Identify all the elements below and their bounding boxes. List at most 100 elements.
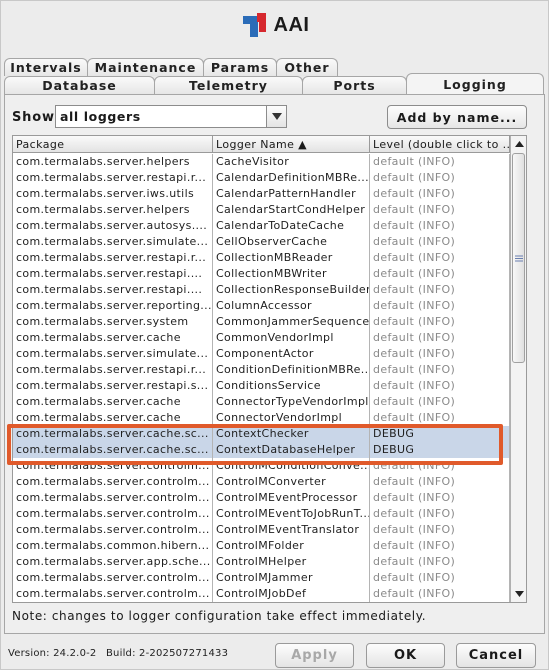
table-row[interactable]: com.termalabs.server.simulate... Componen… (13, 346, 510, 362)
level-cell[interactable]: default (INFO) (370, 218, 510, 234)
table-row[interactable]: com.termalabs.server.controlm... ControlM… (13, 570, 510, 586)
column-header-logger-name[interactable]: Logger Name ▲ (213, 136, 370, 152)
package-cell: com.termalabs.common.hibern... (13, 538, 213, 554)
logger-name-cell: ControlMEventProcessor (213, 490, 370, 506)
ok-button[interactable]: OK (366, 643, 445, 668)
table-row[interactable]: com.termalabs.server.restapi.r... Collect… (13, 250, 510, 266)
table-row[interactable]: com.termalabs.server.cache ConnectorVendo… (13, 410, 510, 426)
version-label: Version: 24.2.0-2 (8, 648, 97, 659)
table-row[interactable]: com.termalabs.server.restapi.s... Conditi… (13, 378, 510, 394)
tab-params[interactable]: Params (203, 58, 277, 76)
package-cell: com.termalabs.server.reporting... (13, 298, 213, 314)
package-cell: com.termalabs.server.simulate... (13, 346, 213, 362)
logger-name-cell: ComponentActor (213, 346, 370, 362)
table-row[interactable]: com.termalabs.server.controlm... ControlM… (13, 458, 510, 474)
package-cell: com.termalabs.server.cache (13, 394, 213, 410)
scrollbar-thumb[interactable] (512, 153, 525, 363)
tab-telemetry[interactable]: Telemetry (154, 76, 303, 94)
package-cell: com.termalabs.server.helpers (13, 154, 213, 170)
level-cell[interactable]: default (INFO) (370, 266, 510, 282)
logger-name-cell: ColumnAccessor (213, 298, 370, 314)
package-cell: com.termalabs.server.controlm... (13, 458, 213, 474)
chevron-down-icon[interactable] (266, 106, 286, 127)
tab-ports[interactable]: Ports (302, 76, 407, 94)
level-cell[interactable]: default (INFO) (370, 506, 510, 522)
level-cell[interactable]: DEBUG (370, 442, 510, 458)
table-row[interactable]: com.termalabs.server.restapi.... Collecti… (13, 282, 510, 298)
tab-intervals[interactable]: Intervals (4, 58, 88, 76)
table-row[interactable]: com.termalabs.server.cache.sc... ContextD… (13, 442, 510, 458)
level-cell[interactable]: default (INFO) (370, 330, 510, 346)
tab-database[interactable]: Database (4, 76, 155, 94)
level-cell[interactable]: default (INFO) (370, 554, 510, 570)
scroll-up-icon[interactable] (511, 136, 526, 152)
table-row[interactable]: com.termalabs.server.controlm... ControlM… (13, 474, 510, 490)
scroll-down-icon[interactable] (511, 586, 526, 602)
logger-name-cell: ControlMConditionConve... (213, 458, 370, 474)
table-row[interactable]: com.termalabs.server.restapi.r... Calenda… (13, 170, 510, 186)
level-cell[interactable]: default (INFO) (370, 282, 510, 298)
logger-filter-select[interactable]: all loggers (55, 105, 287, 128)
logger-name-cell: CalendarToDateCache (213, 218, 370, 234)
level-cell[interactable]: default (INFO) (370, 490, 510, 506)
table-row[interactable]: com.termalabs.server.autosys.... Calendar… (13, 218, 510, 234)
table-row[interactable]: com.termalabs.server.simulate... CellObse… (13, 234, 510, 250)
tab-maintenance[interactable]: Maintenance (87, 58, 204, 76)
level-cell[interactable]: default (INFO) (370, 474, 510, 490)
logger-name-cell: ConnectorTypeVendorImpl (213, 394, 370, 410)
level-cell[interactable]: default (INFO) (370, 410, 510, 426)
table-row[interactable]: com.termalabs.server.app.sche... ControlM… (13, 554, 510, 570)
logger-name-cell: ContextChecker (213, 426, 370, 442)
level-cell[interactable]: default (INFO) (370, 234, 510, 250)
package-cell: com.termalabs.server.iws.utils (13, 186, 213, 202)
table-row[interactable]: com.termalabs.server.controlm... ControlM… (13, 506, 510, 522)
cancel-button[interactable]: Cancel (456, 643, 536, 668)
level-cell[interactable]: default (INFO) (370, 586, 510, 602)
column-header-package[interactable]: Package (13, 136, 213, 152)
column-header-level[interactable]: Level (double click to ... (370, 136, 510, 152)
table-row[interactable]: com.termalabs.server.cache CommonVendorIm… (13, 330, 510, 346)
package-cell: com.termalabs.server.app.sche... (13, 554, 213, 570)
level-cell[interactable]: default (INFO) (370, 250, 510, 266)
level-cell[interactable]: default (INFO) (370, 170, 510, 186)
table-row[interactable]: com.termalabs.server.cache.sc... ContextC… (13, 426, 510, 442)
table-row[interactable]: com.termalabs.server.restapi.r... Conditi… (13, 362, 510, 378)
level-cell[interactable]: default (INFO) (370, 362, 510, 378)
level-cell[interactable]: default (INFO) (370, 570, 510, 586)
table-row[interactable]: com.termalabs.server.controlm... ControlM… (13, 522, 510, 538)
table-row[interactable]: com.termalabs.server.restapi.... Collecti… (13, 266, 510, 282)
level-cell[interactable]: default (INFO) (370, 394, 510, 410)
level-cell[interactable]: default (INFO) (370, 346, 510, 362)
apply-button[interactable]: Apply (275, 643, 354, 668)
package-cell: com.termalabs.server.autosys.... (13, 218, 213, 234)
table-row[interactable]: com.termalabs.server.helpers CacheVisitor… (13, 154, 510, 170)
level-cell[interactable]: default (INFO) (370, 458, 510, 474)
logger-name-cell: CalendarStartCondHelper (213, 202, 370, 218)
level-cell[interactable]: default (INFO) (370, 298, 510, 314)
tab-other[interactable]: Other (276, 58, 338, 76)
vertical-scrollbar[interactable] (510, 136, 526, 602)
level-cell[interactable]: default (INFO) (370, 314, 510, 330)
table-row[interactable]: com.termalabs.server.controlm... ControlM… (13, 586, 510, 602)
table-row[interactable]: com.termalabs.server.helpers CalendarStar… (13, 202, 510, 218)
table-row[interactable]: com.termalabs.server.system CommonJammerS… (13, 314, 510, 330)
table-row[interactable]: com.termalabs.server.reporting... ColumnA… (13, 298, 510, 314)
level-cell[interactable]: default (INFO) (370, 522, 510, 538)
package-cell: com.termalabs.server.restapi.s... (13, 378, 213, 394)
package-cell: com.termalabs.server.system (13, 314, 213, 330)
logger-name-cell: CalendarPatternHandler (213, 186, 370, 202)
logger-name-cell: ConditionsService (213, 378, 370, 394)
level-cell[interactable]: default (INFO) (370, 154, 510, 170)
tab-logging[interactable]: Logging (406, 73, 544, 94)
level-cell[interactable]: default (INFO) (370, 378, 510, 394)
level-cell[interactable]: default (INFO) (370, 538, 510, 554)
table-row[interactable]: com.termalabs.server.cache ConnectorTypeV… (13, 394, 510, 410)
table-row[interactable]: com.termalabs.server.iws.utils CalendarPa… (13, 186, 510, 202)
level-cell[interactable]: DEBUG (370, 426, 510, 442)
package-cell: com.termalabs.server.helpers (13, 202, 213, 218)
add-by-name-button[interactable]: Add by name... (387, 105, 527, 129)
level-cell[interactable]: default (INFO) (370, 202, 510, 218)
level-cell[interactable]: default (INFO) (370, 186, 510, 202)
table-row[interactable]: com.termalabs.common.hibern... ControlMFo… (13, 538, 510, 554)
table-row[interactable]: com.termalabs.server.controlm... ControlM… (13, 490, 510, 506)
